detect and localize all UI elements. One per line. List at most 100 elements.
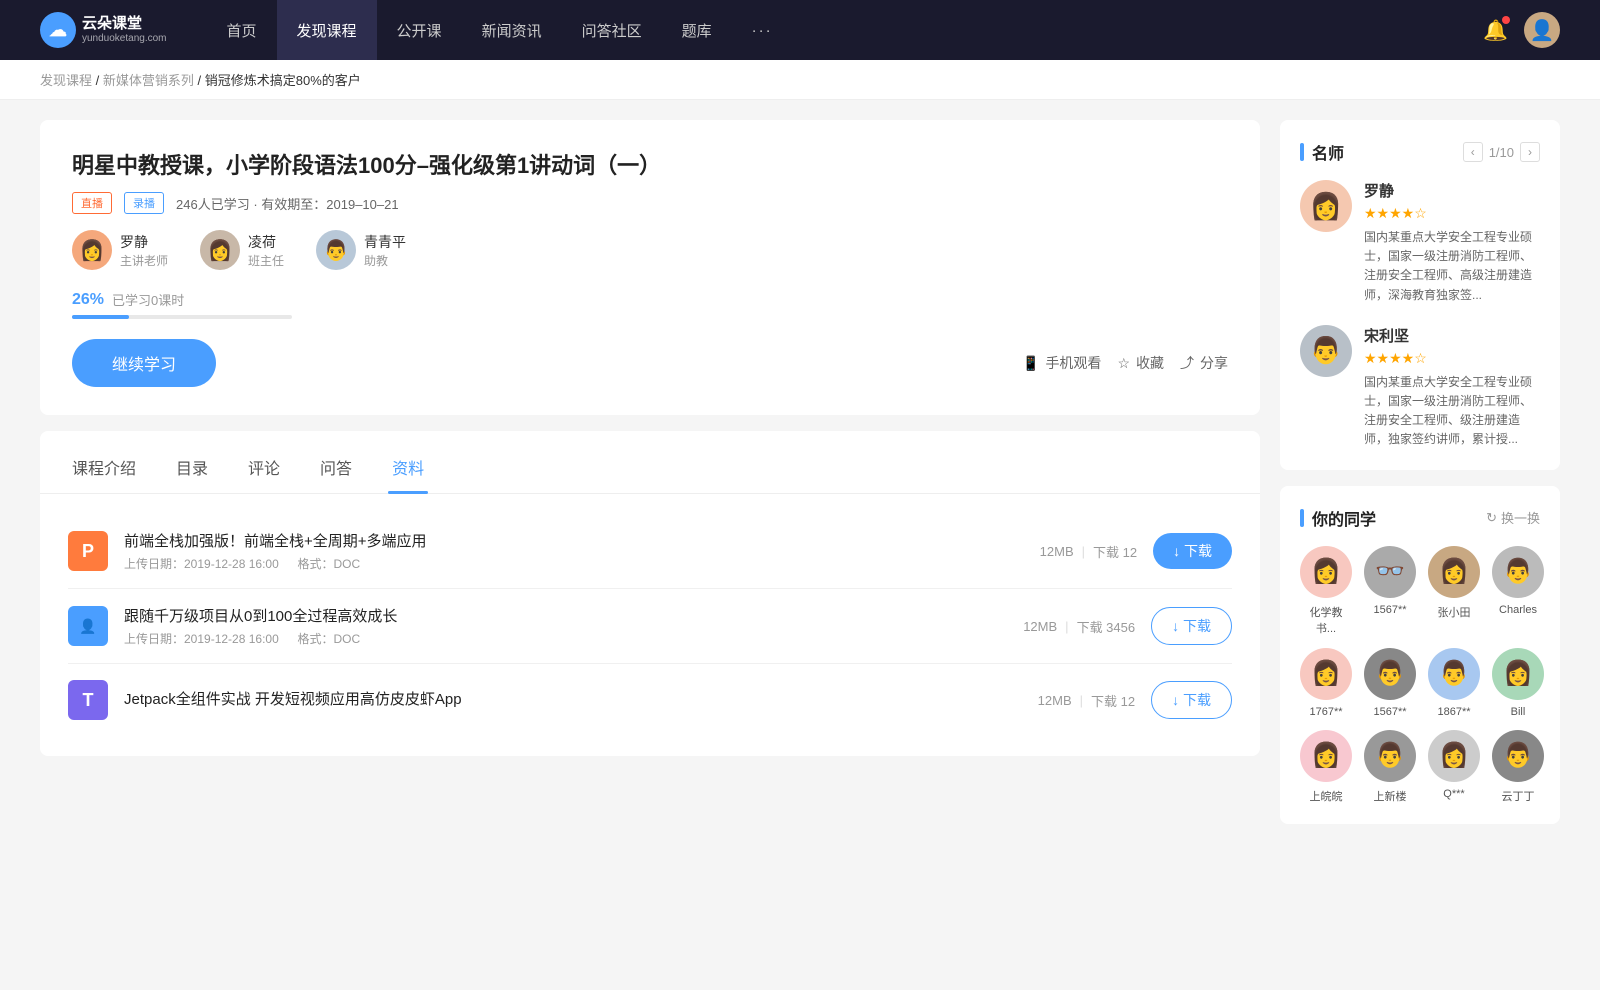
resource-details-1: 前端全栈加强版！前端全栈+全周期+多端应用 上传日期：2019-12-28 16…: [124, 530, 1024, 572]
mobile-view-button[interactable]: 📱 手机观看: [1022, 353, 1101, 373]
teachers: 👩 罗静 主讲老师 👩 凌荷 班主任 👨 青青平: [72, 230, 1228, 270]
classmate-6[interactable]: 👨 1567**: [1364, 648, 1416, 718]
badge-live: 直播: [72, 192, 112, 214]
teachers-sidebar-title: 名师: [1300, 140, 1344, 164]
logo[interactable]: ☁ 云朵课堂 yunduoketang.com: [40, 12, 167, 48]
collect-button[interactable]: ☆ 收藏: [1117, 353, 1164, 373]
course-info: 246人已学习 · 有效期至：2019–10–21: [176, 194, 399, 213]
breadcrumb-link-discover[interactable]: 发现课程: [40, 73, 92, 88]
classmate-name-12: 云丁丁: [1502, 788, 1535, 804]
progress-section: 26% 已学习0课时: [72, 290, 1228, 319]
resource-name-2: 跟随千万级项目从0到100全过程高效成长: [124, 605, 1007, 626]
classmate-12[interactable]: 👨 云丁丁: [1492, 730, 1544, 804]
resource-item-2: 👤 跟随千万级项目从0到100全过程高效成长 上传日期：2019-12-28 1…: [68, 589, 1232, 664]
classmate-8[interactable]: 👩 Bill: [1492, 648, 1544, 718]
classmate-9[interactable]: 👩 上皖皖: [1300, 730, 1352, 804]
resource-icon-2: 👤: [68, 606, 108, 646]
classmate-avatar-5: 👩: [1300, 648, 1352, 700]
resource-name-3: Jetpack全组件实战 开发短视频应用高仿皮皮虾App: [124, 688, 1022, 709]
resource-icon-1: P: [68, 531, 108, 571]
resource-item-1: P 前端全栈加强版！前端全栈+全周期+多端应用 上传日期：2019-12-28 …: [68, 514, 1232, 589]
nav-more[interactable]: ···: [732, 0, 793, 60]
tabs-card: 课程介绍 目录 评论 问答 资料 P 前端全栈加强版！前端全栈+全周期+多端应用…: [40, 431, 1260, 756]
teacher-2: 👩 凌荷 班主任: [200, 230, 284, 270]
logo-text: 云朵课堂 yunduoketang.com: [82, 15, 167, 45]
prev-page-button[interactable]: ‹: [1463, 142, 1483, 162]
resource-icon-3: T: [68, 680, 108, 720]
tab-catalog[interactable]: 目录: [172, 447, 212, 493]
star-icon: ☆: [1117, 355, 1130, 372]
classmate-7[interactable]: 👨 1867**: [1428, 648, 1480, 718]
classmate-name-5: 1767**: [1309, 706, 1342, 718]
nav-discover[interactable]: 发现课程: [277, 0, 377, 60]
classmate-avatar-9: 👩: [1300, 730, 1352, 782]
nav-quiz[interactable]: 题库: [662, 0, 732, 60]
share-icon: ⤴: [1180, 353, 1194, 373]
classmate-name-6: 1567**: [1373, 706, 1406, 718]
breadcrumb: 发现课程 / 新媒体营销系列 / 销冠修炼术搞定80%的客户: [0, 60, 1600, 100]
tab-materials[interactable]: 资料: [388, 447, 428, 493]
teacher-avatar-1: 👩: [72, 230, 112, 270]
nav-news[interactable]: 新闻资讯: [462, 0, 562, 60]
nav-open-course[interactable]: 公开课: [377, 0, 462, 60]
tab-review[interactable]: 评论: [244, 447, 284, 493]
classmate-1[interactable]: 👩 化学教书...: [1300, 546, 1352, 636]
content-area: 明星中教授课，小学阶段语法100分–强化级第1讲动词（一） 直播 录播 246人…: [40, 120, 1260, 824]
nav-right: 🔔 👤: [1483, 12, 1560, 48]
download-button-2[interactable]: ↓ 下载: [1151, 607, 1232, 645]
nav-home[interactable]: 首页: [207, 0, 277, 60]
resource-sub-1: 上传日期：2019-12-28 16:00 格式：DOC: [124, 555, 1024, 572]
tab-qa[interactable]: 问答: [316, 447, 356, 493]
tabs-content: P 前端全栈加强版！前端全栈+全周期+多端应用 上传日期：2019-12-28 …: [40, 494, 1260, 756]
resource-stats-3: 12MB | 下载 12: [1038, 691, 1135, 710]
download-button-3[interactable]: ↓ 下载: [1151, 681, 1232, 719]
classmate-avatar-12: 👨: [1492, 730, 1544, 782]
resource-sub-2: 上传日期：2019-12-28 16:00 格式：DOC: [124, 630, 1007, 647]
classmate-name-9: 上皖皖: [1310, 788, 1343, 804]
progress-fill: [72, 315, 129, 319]
resource-details-2: 跟随千万级项目从0到100全过程高效成长 上传日期：2019-12-28 16:…: [124, 605, 1007, 647]
refresh-classmates-button[interactable]: ↻ 换一换: [1486, 508, 1540, 527]
classmates-grid: 👩 化学教书... 👓 1567** 👩 张小田 👨 Charles 👩: [1300, 546, 1540, 804]
sidebar-teacher-avatar-1: 👩: [1300, 180, 1352, 232]
classmate-3[interactable]: 👩 张小田: [1428, 546, 1480, 636]
classmate-name-11: Q***: [1443, 788, 1464, 800]
resource-item-3: T Jetpack全组件实战 开发短视频应用高仿皮皮虾App 12MB | 下载…: [68, 664, 1232, 736]
download-button-1[interactable]: ↓ 下载: [1153, 533, 1232, 569]
course-title: 明星中教授课，小学阶段语法100分–强化级第1讲动词（一）: [72, 148, 1228, 180]
breadcrumb-current: 销冠修炼术搞定80%的客户: [205, 73, 361, 88]
classmate-name-7: 1867**: [1437, 706, 1470, 718]
notification-bell[interactable]: 🔔: [1483, 18, 1508, 43]
classmate-name-8: Bill: [1511, 706, 1526, 718]
classmates-card: 你的同学 ↻ 换一换 👩 化学教书... 👓 1567** 👩 张小田: [1280, 486, 1560, 824]
resource-name-1: 前端全栈加强版！前端全栈+全周期+多端应用: [124, 530, 1024, 551]
user-avatar[interactable]: 👤: [1524, 12, 1560, 48]
classmate-avatar-11: 👩: [1428, 730, 1480, 782]
nav-qa[interactable]: 问答社区: [562, 0, 662, 60]
breadcrumb-link-series[interactable]: 新媒体营销系列: [103, 73, 194, 88]
tab-intro[interactable]: 课程介绍: [68, 447, 140, 493]
share-button[interactable]: ⤴ 分享: [1180, 353, 1228, 373]
mobile-icon: 📱: [1022, 355, 1039, 372]
course-meta: 直播 录播 246人已学习 · 有效期至：2019–10–21: [72, 192, 1228, 214]
classmate-avatar-7: 👨: [1428, 648, 1480, 700]
resource-details-3: Jetpack全组件实战 开发短视频应用高仿皮皮虾App: [124, 688, 1022, 713]
tabs-header: 课程介绍 目录 评论 问答 资料: [40, 431, 1260, 494]
nav-items: 首页 发现课程 公开课 新闻资讯 问答社区 题库 ···: [207, 0, 1484, 60]
teacher-3: 👨 青青平 助教: [316, 230, 406, 270]
continue-study-button[interactable]: 继续学习: [72, 339, 216, 387]
classmate-avatar-8: 👩: [1492, 648, 1544, 700]
refresh-icon: ↻: [1486, 510, 1497, 526]
classmate-11[interactable]: 👩 Q***: [1428, 730, 1480, 804]
teacher-1: 👩 罗静 主讲老师: [72, 230, 168, 270]
classmate-4[interactable]: 👨 Charles: [1492, 546, 1544, 636]
classmate-10[interactable]: 👨 上新楼: [1364, 730, 1416, 804]
next-page-button[interactable]: ›: [1520, 142, 1540, 162]
classmate-avatar-6: 👨: [1364, 648, 1416, 700]
course-card: 明星中教授课，小学阶段语法100分–强化级第1讲动词（一） 直播 录播 246人…: [40, 120, 1260, 415]
resource-stats-2: 12MB | 下载 3456: [1023, 617, 1135, 636]
classmate-2[interactable]: 👓 1567**: [1364, 546, 1416, 636]
sidebar: 名师 ‹ 1/10 › 👩 罗静 ★★★★☆ 国内某重点大学安全工程专业硕士，国…: [1280, 120, 1560, 824]
classmate-avatar-4: 👨: [1492, 546, 1544, 598]
classmate-5[interactable]: 👩 1767**: [1300, 648, 1352, 718]
